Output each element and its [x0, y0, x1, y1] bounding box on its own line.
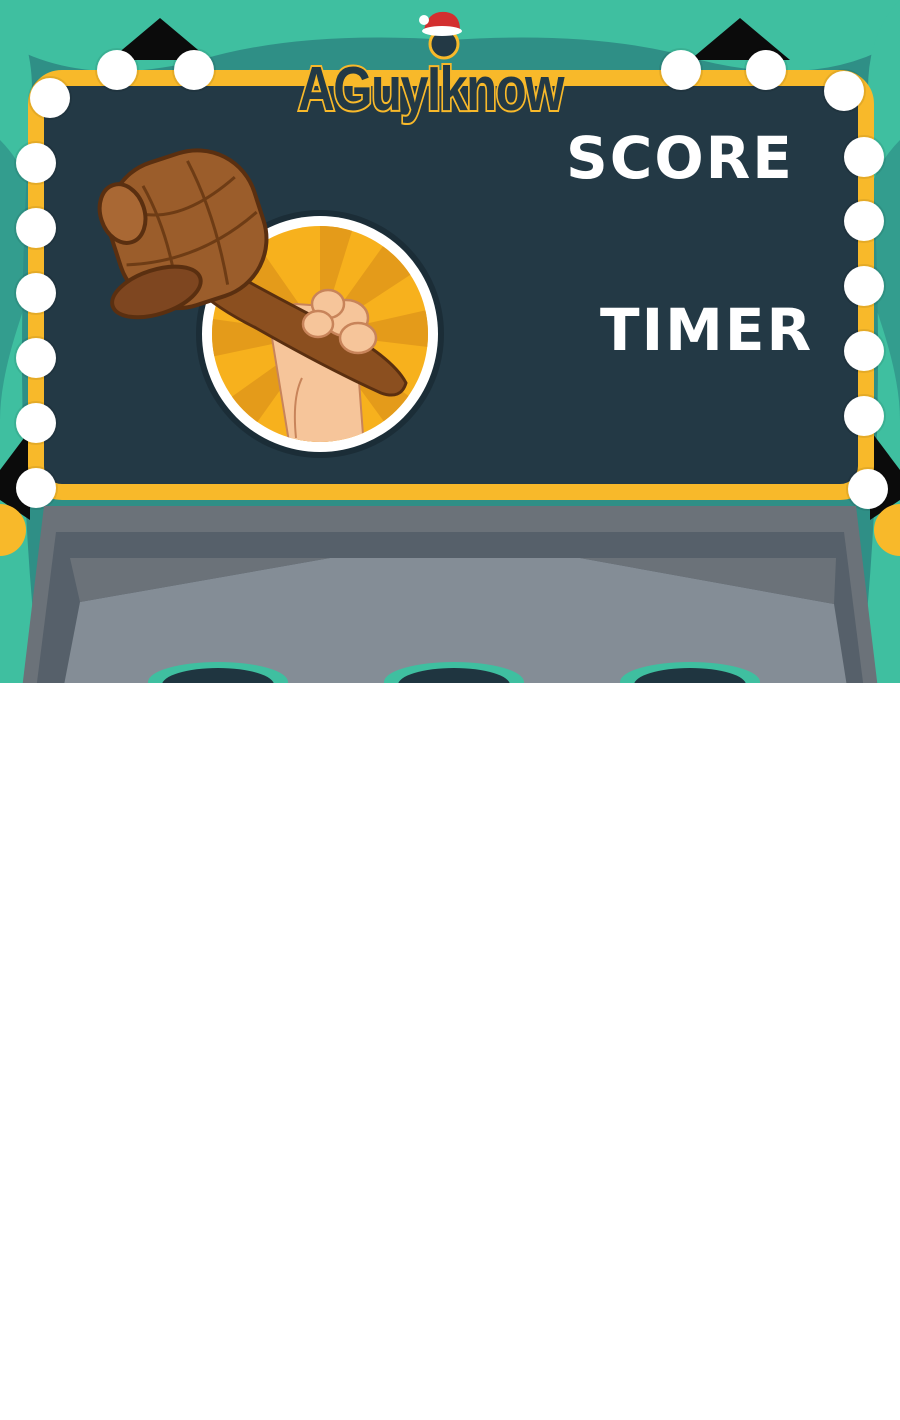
marquee-bulb — [844, 396, 884, 436]
whack-machine — [22, 506, 878, 683]
santa-hat-icon — [419, 11, 462, 60]
marquee-bulb — [30, 78, 70, 118]
marquee-bulb — [844, 137, 884, 177]
game-stage: AGuyIknow SCORE TiMER — [0, 0, 900, 683]
marquee-bulb — [16, 468, 56, 508]
marquee-bulb — [16, 273, 56, 313]
marquee-bulb — [174, 50, 214, 90]
marquee-bulb — [824, 71, 864, 111]
marquee-bulb — [844, 266, 884, 306]
marquee-bulb — [16, 338, 56, 378]
timer-label: TiMER — [600, 296, 814, 364]
marquee-bulb — [97, 50, 137, 90]
marquee-bulb — [848, 469, 888, 509]
marquee-bulb — [16, 403, 56, 443]
marquee-bulb — [661, 50, 701, 90]
score-label: SCORE — [566, 124, 794, 192]
marquee-bulb — [844, 201, 884, 241]
marquee-bulb — [16, 143, 56, 183]
marquee-bulb — [844, 331, 884, 371]
marquee-bulb — [746, 50, 786, 90]
marquee-bulb — [16, 208, 56, 248]
hammer-in-fist-icon — [97, 148, 444, 458]
